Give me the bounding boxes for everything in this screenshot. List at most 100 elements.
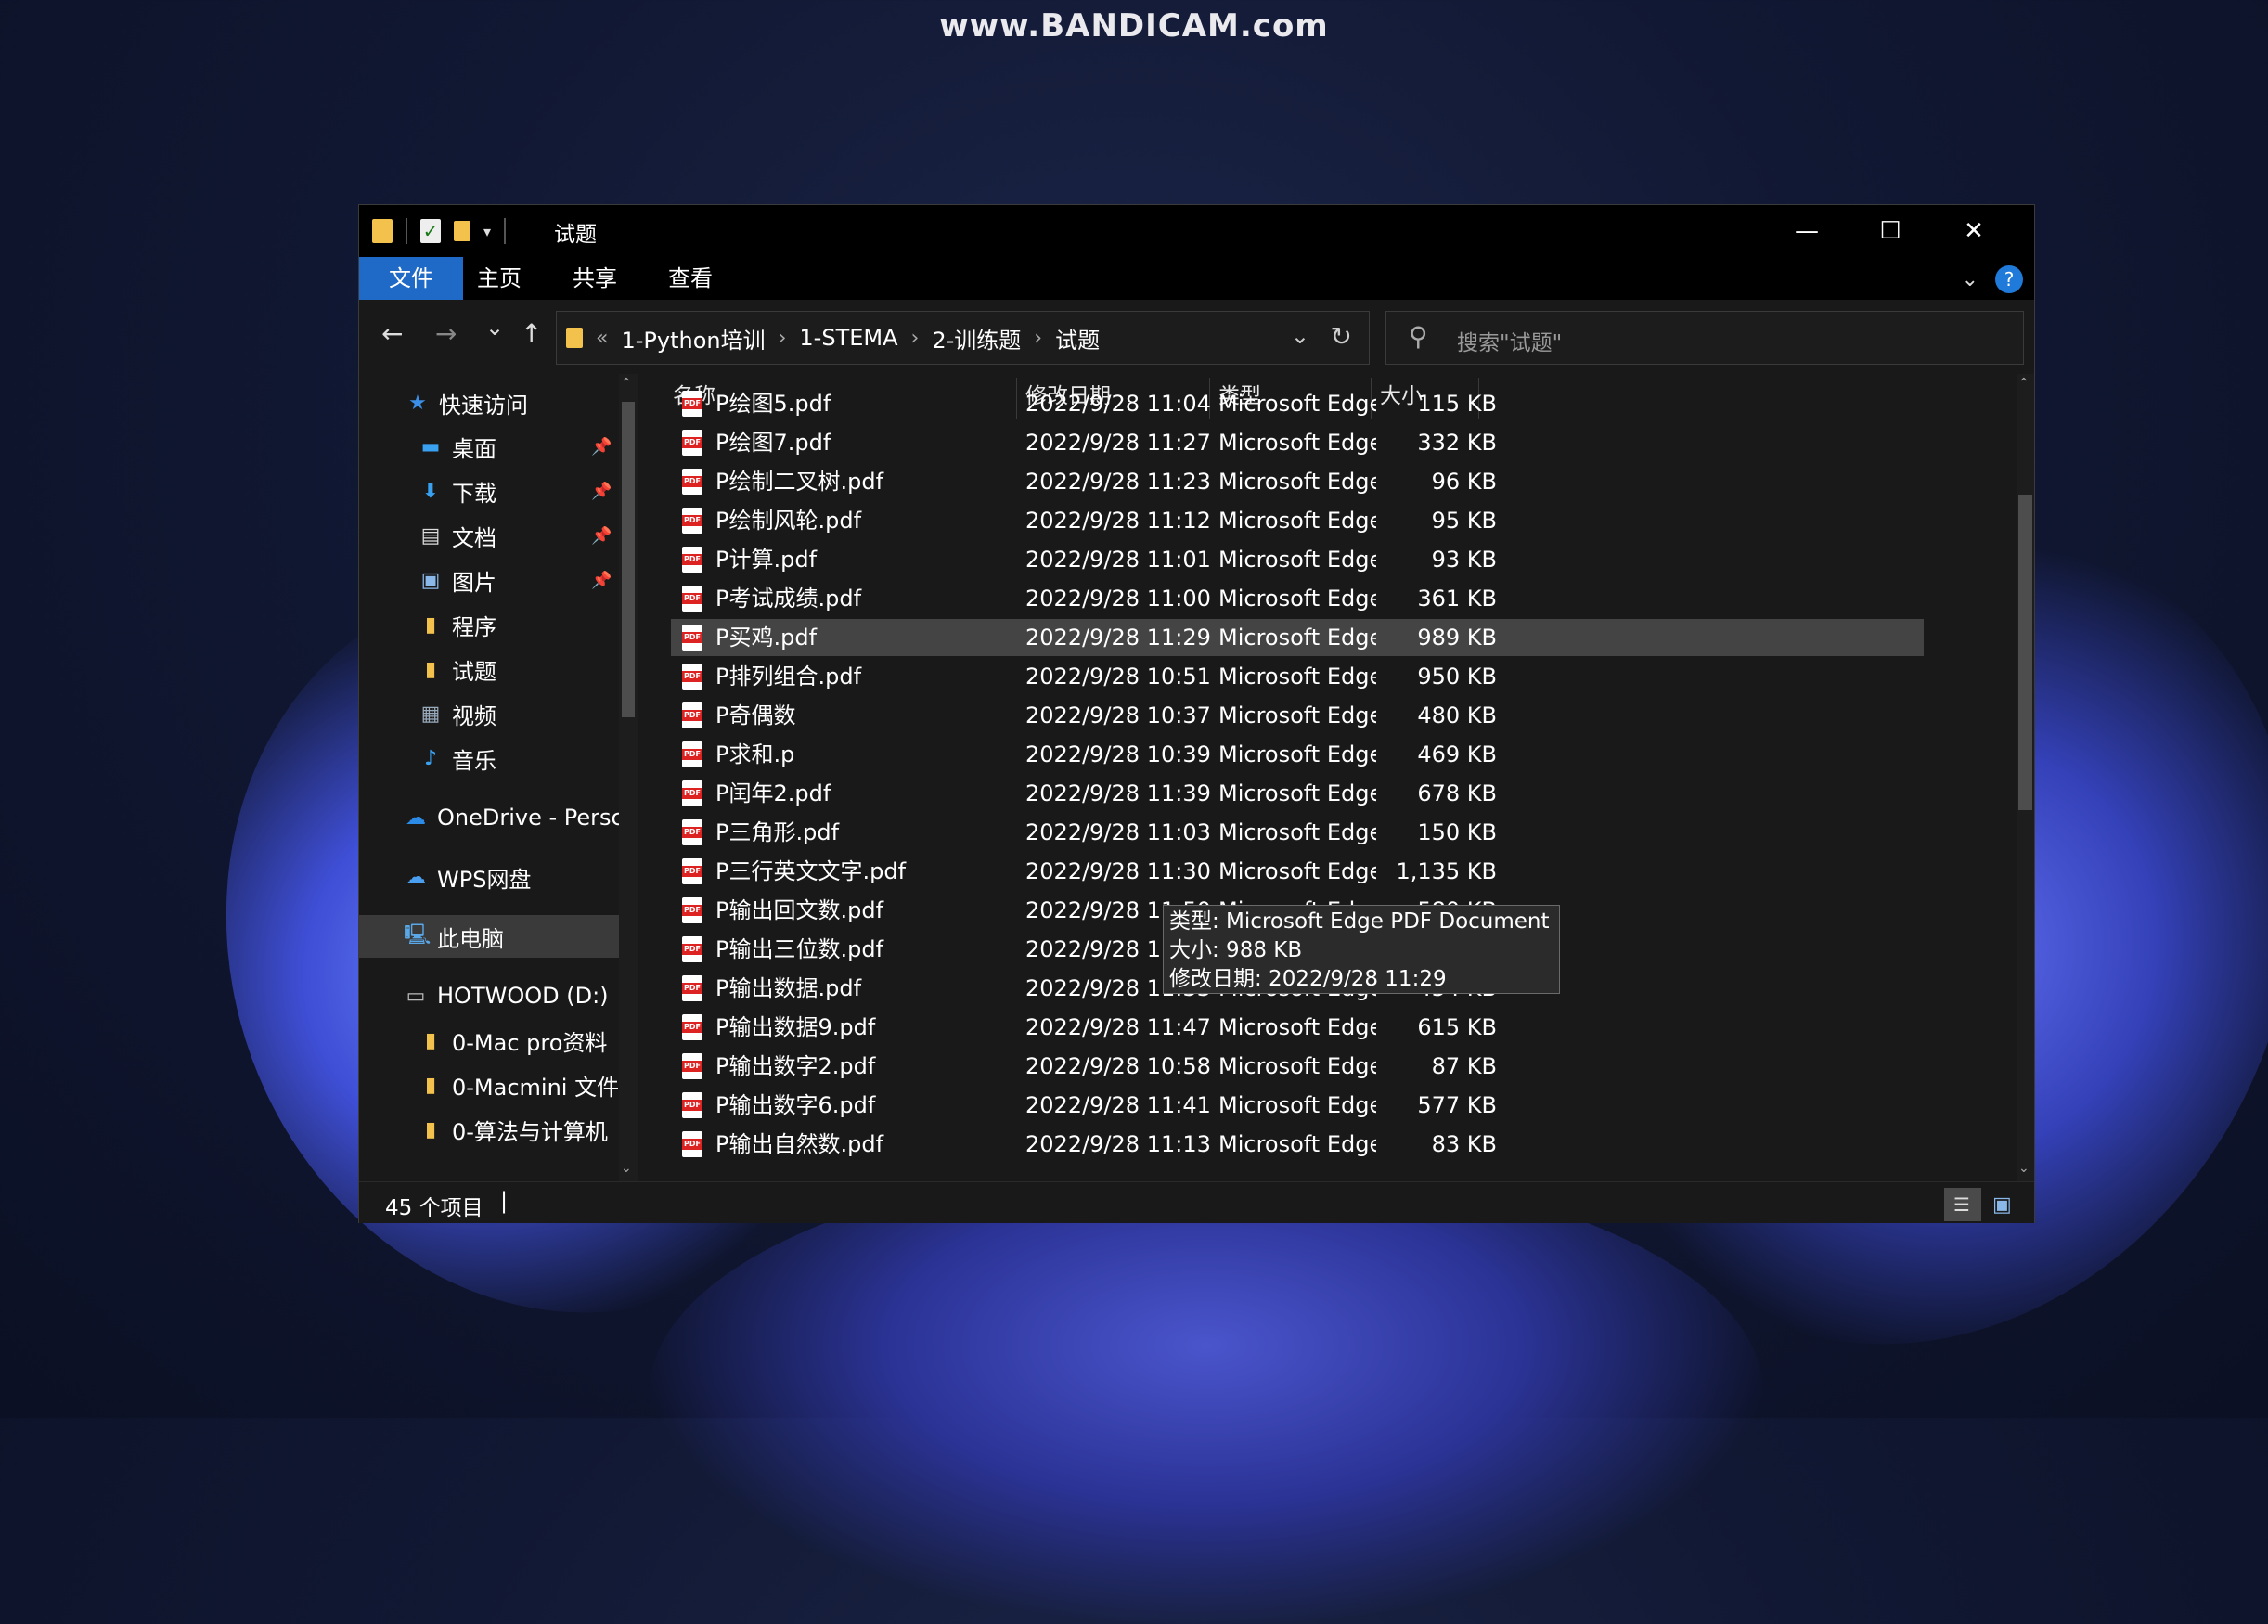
breadcrumb-python[interactable]: 1-Python培训 [621,322,765,354]
sidebar-item-mac-pro[interactable]: ▮ 0-Mac pro资料 [359,1019,638,1062]
file-row[interactable]: P绘图5.pdf 2022/9/28 11:04 Microsoft Edge PD… [671,385,1924,422]
sidebar-item-onedrive[interactable]: ☁ OneDrive - Persc [359,796,638,839]
pin-icon[interactable]: 📌 [591,437,612,457]
sidebar-item-tests[interactable]: ▮ 试题 [359,648,638,690]
file-row[interactable]: P计算.pdf 2022/9/28 11:01 Microsoft Edge PD.… [671,541,1924,578]
folder-icon: ▮ [424,1117,437,1141]
up-button[interactable]: ↑ [521,318,542,349]
pdf-file-icon [682,897,702,923]
file-row[interactable]: P输出数字6.pdf 2022/9/28 11:41 Microsoft Edge … [671,1087,1924,1124]
title-bar[interactable]: ✓ ▾ 试题 — ☐ ✕ [359,205,2034,257]
sidebar-item-desktop[interactable]: ▬ 桌面 📌 [359,425,638,468]
scroll-up-icon[interactable]: ⌃ [621,376,632,391]
download-icon: ⬇ [421,479,440,503]
file-row[interactable]: P买鸡.pdf 2022/9/28 11:29 Microsoft Edge PD.… [671,619,1924,656]
forward-button[interactable]: → [435,318,457,349]
overflow-chevron-icon[interactable]: « [596,327,608,350]
file-row[interactable]: P考试成绩.pdf 2022/9/28 11:00 Microsoft Edge P… [671,580,1924,617]
pin-icon[interactable]: 📌 [591,526,612,546]
search-input[interactable]: 搜索"试题" [1457,325,1562,356]
sidebar-item-videos[interactable]: ▦ 视频 [359,692,638,735]
new-folder-icon[interactable] [454,221,470,241]
properties-icon[interactable]: ✓ [420,219,441,243]
file-size: 95 KB [1431,508,1497,534]
scroll-down-icon[interactable]: ⌄ [2018,1161,2030,1176]
file-type: Microsoft Edge PD... [1218,664,1376,690]
tab-file[interactable]: 文件 [359,257,463,300]
file-row[interactable]: P闰年2.pdf 2022/9/28 11:39 Microsoft Edge PD… [671,775,1924,812]
address-bar[interactable]: « 1-Python培训 › 1-STEMA › 2-训练题 › 试题 ⌄ ↻ [556,311,1370,365]
file-size: 96 KB [1431,469,1497,495]
file-row[interactable]: P输出数字2.pdf 2022/9/28 10:58 Microsoft Edge … [671,1048,1924,1085]
file-row[interactable]: P求和.p 2022/9/28 10:39 Microsoft Edge PD...… [671,736,1924,773]
file-date: 2022/9/28 11:04 [1025,391,1211,417]
scroll-down-icon[interactable]: ⌄ [621,1161,632,1176]
close-button[interactable]: ✕ [1932,205,2016,257]
large-icons-view-button[interactable]: ▣ [1985,1188,2022,1221]
file-date: 2022/9/28 11:30 [1025,858,1211,884]
recent-locations-button[interactable]: ⌄ [485,315,504,341]
file-row[interactable]: P输出数据9.pdf 2022/9/28 11:47 Microsoft Edge … [671,1009,1924,1046]
file-row[interactable]: P绘制二叉树.pdf 2022/9/28 11:23 Microsoft Edge … [671,463,1924,500]
address-history-chevron-icon[interactable]: ⌄ [1291,323,1309,349]
details-view-button[interactable]: ☰ [1944,1188,1981,1221]
video-icon: ▦ [420,702,441,726]
tab-view[interactable]: 查看 [648,257,733,300]
file-row[interactable]: P三角形.pdf 2022/9/28 11:03 Microsoft Edge PD… [671,814,1924,851]
sidebar-item-drive-d[interactable]: ▭ HOTWOOD (D:) [359,974,638,1017]
drive-icon: ▭ [406,984,426,1008]
breadcrumb-training[interactable]: 2-训练题 [932,322,1021,354]
sidebar-item-quick-access[interactable]: ★ 快速访问 [359,381,638,424]
file-size: 989 KB [1417,625,1497,651]
chevron-right-icon[interactable]: › [779,327,787,350]
sidebar-scrollbar[interactable]: ⌃ ⌄ [619,374,638,1181]
file-list-scrollbar[interactable]: ⌃ ⌄ [2017,374,2034,1181]
minimize-button[interactable]: — [1765,205,1849,257]
expand-ribbon-chevron-icon[interactable]: ⌄ [1962,268,1978,291]
breadcrumb-stema[interactable]: 1-STEMA [799,325,897,351]
window-title: 试题 [554,223,597,247]
refresh-icon[interactable]: ↻ [1331,321,1352,352]
pin-icon[interactable]: 📌 [591,571,612,590]
file-name: P绘制二叉树.pdf [715,469,884,495]
search-box[interactable]: ⚲ 搜索"试题" [1385,311,2024,365]
sidebar-item-pictures[interactable]: ▣ 图片 📌 [359,559,638,601]
pdf-file-icon [682,547,702,573]
file-list-scroll-thumb[interactable] [2018,495,2032,810]
file-row[interactable]: P排列组合.pdf 2022/9/28 10:51 Microsoft Edge P… [671,658,1924,695]
tab-share[interactable]: 共享 [552,257,638,300]
chevron-right-icon[interactable]: › [1034,327,1042,350]
sidebar-item-documents[interactable]: ▤ 文档 📌 [359,514,638,557]
sidebar-scroll-thumb[interactable] [622,402,635,717]
file-row[interactable]: P三行英文文字.pdf 2022/9/28 11:30 Microsoft Edge… [671,853,1924,890]
file-name: P奇偶数 [715,702,796,728]
file-row[interactable]: P奇偶数 2022/9/28 10:37 Microsoft Edge PD... 4… [671,697,1924,734]
sidebar-item-wps-cloud[interactable]: ☁ WPS网盘 [359,856,638,898]
tab-home[interactable]: 主页 [457,257,542,300]
scroll-up-icon[interactable]: ⌃ [2018,376,2030,391]
file-type: Microsoft Edge PD... [1218,1092,1376,1118]
chevron-down-icon[interactable]: ▾ [483,223,491,240]
file-type: Microsoft Edge PD... [1218,625,1376,651]
back-button[interactable]: ← [381,318,403,349]
file-row[interactable]: P绘制风轮.pdf 2022/9/28 11:12 Microsoft Edge P… [671,502,1924,539]
file-type: Microsoft Edge PD... [1218,391,1376,417]
file-date: 2022/9/28 11:12 [1025,508,1211,534]
sidebar-item-this-pc[interactable]: 🖳 此电脑 [359,915,638,958]
file-name: P绘制风轮.pdf [715,508,862,534]
sidebar-item-macmini[interactable]: ▮ 0-Macmini 文件 [359,1063,638,1106]
sidebar-item-programs[interactable]: ▮ 程序 [359,603,638,646]
file-date: 2022/9/28 11:41 [1025,1092,1211,1118]
breadcrumb-current[interactable]: 试题 [1055,322,1100,354]
sidebar-item-downloads[interactable]: ⬇ 下载 📌 [359,470,638,512]
file-row[interactable]: P输出自然数.pdf 2022/9/28 11:13 Microsoft Edge … [671,1126,1924,1163]
tooltip-size: 大小: 988 KB [1169,938,1303,962]
sidebar-item-algorithms[interactable]: ▮ 0-算法与计算机 [359,1108,638,1151]
maximize-button[interactable]: ☐ [1849,205,1932,257]
sidebar-item-music[interactable]: ♪ 音乐 [359,737,638,780]
pdf-file-icon [682,664,702,690]
file-row[interactable]: P绘图7.pdf 2022/9/28 11:27 Microsoft Edge PD… [671,424,1924,461]
help-icon[interactable]: ? [1995,265,2023,293]
chevron-right-icon[interactable]: › [911,327,920,350]
pin-icon[interactable]: 📌 [591,482,612,501]
